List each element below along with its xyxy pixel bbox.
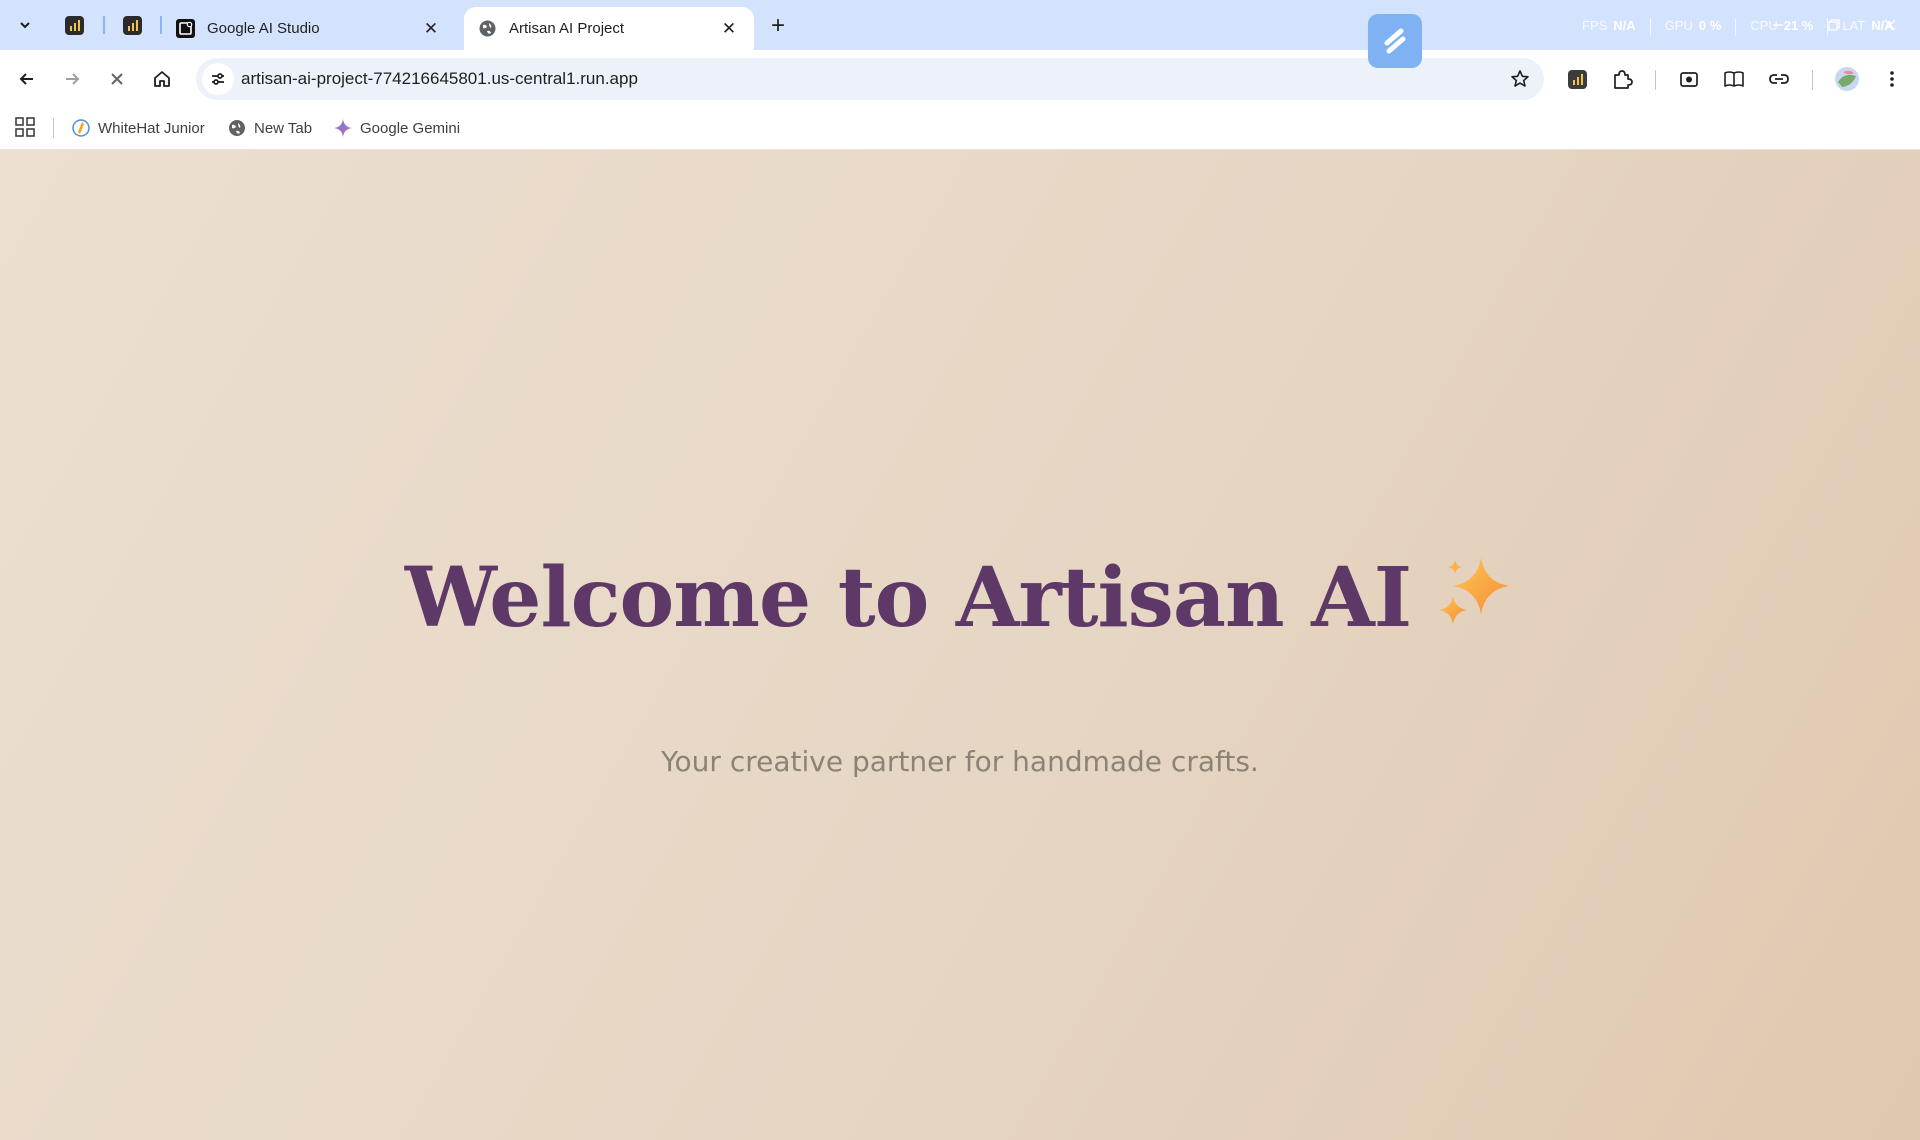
minimize-button[interactable] xyxy=(1758,10,1798,40)
restore-button[interactable] xyxy=(1814,10,1854,40)
bookmark-label: New Tab xyxy=(254,119,313,137)
link-icon xyxy=(1769,74,1789,84)
bookmark-google-gemini[interactable]: Google Gemini xyxy=(334,114,460,142)
tab-strip: Google AI Studio ✕ Artisan AI Project ✕ … xyxy=(0,0,1920,50)
site-info-button[interactable] xyxy=(202,63,234,95)
page-viewport: Welcome to Artisan AI Your creative part… xyxy=(0,150,1920,1140)
camera-capture-icon xyxy=(1680,72,1698,87)
browser-menu-button[interactable] xyxy=(1875,62,1909,96)
book-open-icon xyxy=(1724,71,1744,87)
star-icon xyxy=(1511,70,1529,87)
tab-title: Google AI Studio xyxy=(207,20,320,37)
tune-icon xyxy=(212,73,224,85)
page-subtitle: Your creative partner for handmade craft… xyxy=(661,745,1259,778)
globe-icon xyxy=(479,20,496,37)
apps-grid-icon[interactable] xyxy=(14,116,36,138)
ai-studio-favicon-icon xyxy=(176,19,195,38)
chevron-down-icon xyxy=(20,22,30,29)
more-vertical-icon xyxy=(1890,71,1894,87)
slash-logo-icon xyxy=(1384,28,1406,54)
minimize-icon xyxy=(1773,24,1783,26)
sparkles-icon xyxy=(1439,558,1510,624)
close-tab-button[interactable]: ✕ xyxy=(718,18,740,40)
tab-artisan-ai-project[interactable]: Artisan AI Project ✕ xyxy=(464,7,754,50)
extension-analytics-button[interactable] xyxy=(1560,62,1594,96)
pinned-tab-2[interactable] xyxy=(112,9,152,41)
close-icon xyxy=(111,73,123,85)
avatar-icon xyxy=(1835,67,1859,91)
page-title-text: Welcome to Artisan AI xyxy=(404,550,1412,646)
bookmark-label: WhiteHat Junior xyxy=(98,119,205,137)
fps-label: FPS xyxy=(1582,18,1608,33)
gemini-sparkle-icon xyxy=(334,119,352,137)
whitehat-logo-icon xyxy=(72,119,90,137)
url-text[interactable]: artisan-ai-project-774216645801.us-centr… xyxy=(241,69,638,89)
home-icon xyxy=(154,71,170,87)
bookmark-new-tab[interactable]: New Tab xyxy=(228,114,312,142)
address-bar[interactable]: artisan-ai-project-774216645801.us-centr… xyxy=(196,58,1544,100)
close-tab-button[interactable]: ✕ xyxy=(420,18,442,40)
arrow-right-icon xyxy=(66,73,80,85)
new-tab-button[interactable]: + xyxy=(762,10,794,42)
home-button[interactable] xyxy=(145,62,179,96)
gpu-value: 0 % xyxy=(1698,18,1722,33)
bookmark-label: Google Gemini xyxy=(360,119,461,137)
puzzle-icon xyxy=(1614,70,1633,89)
profile-avatar[interactable] xyxy=(1830,62,1864,96)
globe-icon xyxy=(229,120,245,136)
forward-button[interactable] xyxy=(55,62,89,96)
browser-toolbar: artisan-ai-project-774216645801.us-centr… xyxy=(0,50,1920,108)
back-button[interactable] xyxy=(10,62,44,96)
analytics-app-icon xyxy=(64,15,84,35)
tab-search-button[interactable] xyxy=(8,8,42,42)
gpu-label: GPU xyxy=(1664,18,1693,33)
fps-value: N/A xyxy=(1613,18,1636,33)
screenshot-button[interactable] xyxy=(1672,62,1706,96)
bookmark-star-button[interactable] xyxy=(1508,67,1532,91)
tab-title: Artisan AI Project xyxy=(509,20,625,37)
analytics-app-icon xyxy=(122,15,142,35)
tab-separator xyxy=(103,16,105,34)
reading-mode-button[interactable] xyxy=(1717,62,1751,96)
floating-app-icon[interactable] xyxy=(1368,14,1422,68)
close-window-button[interactable] xyxy=(1870,10,1910,40)
stop-loading-button[interactable] xyxy=(100,62,134,96)
tab-google-ai-studio[interactable]: Google AI Studio ✕ xyxy=(162,7,456,50)
analytics-app-icon xyxy=(1567,69,1587,89)
extensions-button[interactable] xyxy=(1605,62,1639,96)
pinned-tab-1[interactable] xyxy=(54,9,94,41)
page-title: Welcome to Artisan AI xyxy=(0,550,1920,646)
restore-icon xyxy=(1828,19,1840,31)
arrow-left-icon xyxy=(19,73,33,85)
share-link-button[interactable] xyxy=(1762,62,1796,96)
bookmark-whitehat-junior[interactable]: WhiteHat Junior xyxy=(72,114,205,142)
bookmarks-bar: WhiteHat Junior New Tab Google Gemini xyxy=(0,108,1920,150)
close-icon xyxy=(1884,19,1896,31)
